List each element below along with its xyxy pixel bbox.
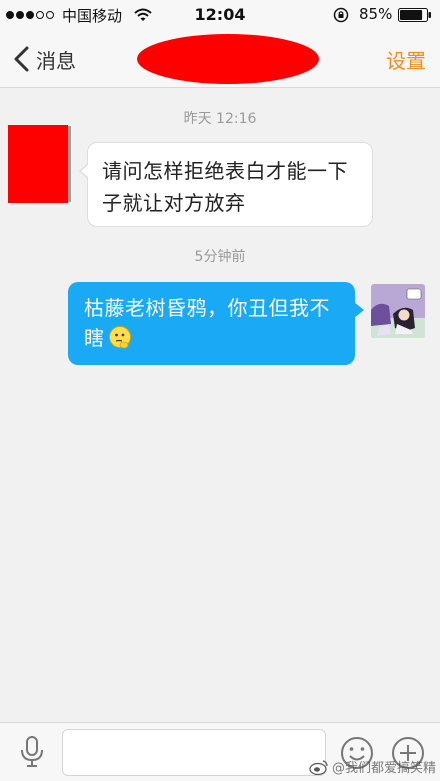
weibo-watermark: @我们都爱搞笑精 [309, 757, 436, 776]
message-timestamp: 5分钟前 [194, 249, 246, 265]
thinking-face-emoji-icon [108, 326, 131, 349]
contact-name-redaction [137, 34, 319, 84]
settings-button[interactable]: 设置 [386, 45, 426, 74]
battery-percentage: 85% [359, 5, 393, 23]
anime-avatar-icon [371, 284, 425, 338]
watermark-text: @我们都爱搞笑精 [331, 761, 436, 776]
status-bar: 中国移动 12:04 85% [0, 0, 440, 30]
battery-icon [398, 8, 431, 22]
incoming-message-bubble[interactable]: 请问怎样拒绝表白才能一下子就让对方放弃 [79, 142, 373, 227]
outgoing-message-bubble[interactable]: 枯藤老树昏鸦，你丑但我不瞎 [68, 282, 364, 365]
message-input[interactable] [62, 729, 326, 776]
back-label: 消息 [36, 48, 76, 73]
incoming-message-text: 请问怎样拒绝表白才能一下子就让对方放弃 [102, 159, 348, 215]
my-avatar[interactable] [371, 284, 425, 338]
weibo-logo-icon [309, 759, 328, 775]
chat-screen: 中国移动 12:04 85% 消息 设置 昨天 12:16 请问怎样拒绝表白才能… [0, 0, 440, 781]
microphone-icon[interactable] [18, 735, 46, 769]
back-button[interactable]: 消息 [12, 43, 76, 75]
nav-bar: 消息 设置 [0, 30, 440, 88]
chevron-left-icon [14, 46, 29, 72]
contact-avatar-redacted[interactable] [8, 125, 68, 203]
rotation-lock-icon [333, 7, 349, 23]
